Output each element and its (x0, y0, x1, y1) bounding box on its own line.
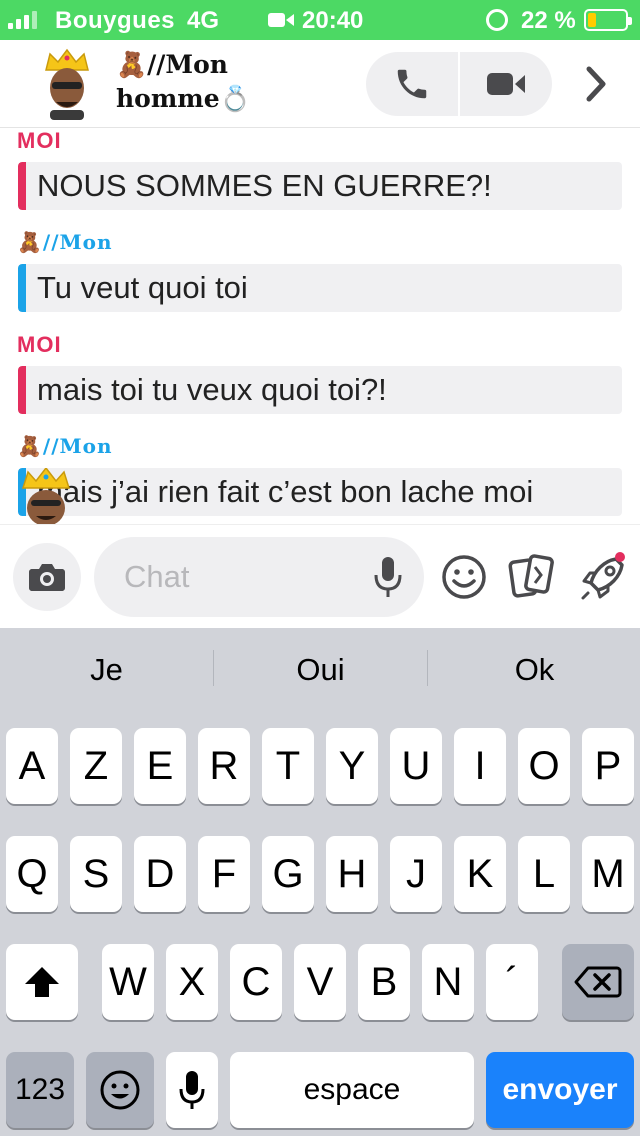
key[interactable]: C (230, 944, 282, 1020)
suggestion-item[interactable]: Ok (428, 652, 640, 688)
message-composer (0, 524, 640, 628)
key[interactable]: S (70, 836, 122, 912)
clock: 20:40 (302, 7, 364, 34)
chat-header: 🧸//Mon homme💍 (0, 40, 640, 128)
key[interactable]: E (134, 728, 186, 804)
key[interactable]: B (358, 944, 410, 1020)
network-type: 4G (187, 7, 220, 34)
key[interactable]: T (262, 728, 314, 804)
message-sender: MOI (17, 332, 62, 357)
bitmoji-avatar[interactable] (42, 48, 92, 120)
open-profile-button[interactable] (574, 62, 618, 106)
shift-icon (25, 967, 59, 997)
screen-record-icon (268, 13, 294, 27)
conversation[interactable]: MOI NOUS SOMMES EN GUERRE?! 🧸//Mon Tu ve… (0, 128, 640, 524)
key[interactable]: D (134, 836, 186, 912)
key[interactable]: X (166, 944, 218, 1020)
backspace-key[interactable] (562, 944, 634, 1020)
message-text: Tu veut quoi toi (37, 270, 248, 305)
signal-strength-icon (8, 11, 37, 29)
keyboard: Je Oui Ok A Z E R T Y U I O P Q S D F G … (0, 628, 640, 1136)
message-text: NOUS SOMMES EN GUERRE?! (37, 168, 492, 203)
key[interactable]: R (198, 728, 250, 804)
numbers-key[interactable]: 123 (6, 1052, 74, 1128)
key[interactable]: P (582, 728, 634, 804)
emoji-key[interactable] (86, 1052, 154, 1128)
call-actions-pill (366, 52, 552, 116)
battery-percent: 22 % (521, 7, 576, 34)
microphone-icon (179, 1071, 205, 1109)
accent-key[interactable]: ´ (486, 944, 538, 1020)
message-text: mais toi tu veux quoi toi?! (37, 372, 387, 407)
key[interactable]: Q (6, 836, 58, 912)
space-key[interactable]: espace (230, 1052, 474, 1128)
chevron-right-icon (586, 66, 606, 102)
battery-icon (584, 9, 632, 31)
smiley-icon[interactable] (440, 553, 488, 601)
video-call-button[interactable] (460, 52, 552, 116)
rocket-icon[interactable] (578, 551, 626, 603)
message-sender: 🧸//Mon (17, 434, 113, 458)
contact-name[interactable]: 🧸//Mon homme💍 (116, 48, 266, 116)
message-bubble[interactable]: Tu veut quoi toi (18, 264, 622, 312)
message-sender: MOI (17, 128, 62, 153)
call-button[interactable] (366, 52, 458, 116)
key[interactable]: Y (326, 728, 378, 804)
carrier-name: Bouygues (55, 7, 176, 34)
key[interactable]: H (326, 836, 378, 912)
key[interactable]: J (390, 836, 442, 912)
camera-button[interactable] (13, 543, 81, 611)
send-key[interactable]: envoyer (486, 1052, 634, 1128)
key[interactable]: A (6, 728, 58, 804)
status-bar: Bouygues 4G 20:40 22 % (0, 0, 640, 40)
message-bubble[interactable]: mais toi tu veux quoi toi?! (18, 366, 622, 414)
camera-icon (29, 564, 65, 591)
typing-bitmoji-avatar (21, 468, 71, 524)
message-sender: 🧸//Mon (17, 230, 113, 254)
phone-icon (397, 69, 427, 99)
key[interactable]: G (262, 836, 314, 912)
dictation-key[interactable] (166, 1052, 218, 1128)
suggestion-item[interactable]: Oui (214, 652, 427, 688)
shift-key[interactable] (6, 944, 78, 1020)
suggestion-item[interactable]: Je (0, 652, 213, 688)
key[interactable]: N (422, 944, 474, 1020)
message-bubble[interactable]: NOUS SOMMES EN GUERRE?! (18, 162, 622, 210)
rotation-lock-icon (486, 9, 508, 31)
key[interactable]: I (454, 728, 506, 804)
key[interactable]: O (518, 728, 570, 804)
emoji-icon (100, 1070, 140, 1110)
key[interactable]: V (294, 944, 346, 1020)
key[interactable]: M (582, 836, 634, 912)
cards-icon[interactable] (508, 551, 556, 603)
key[interactable]: F (198, 836, 250, 912)
key[interactable]: Z (70, 728, 122, 804)
suggestion-bar: Je Oui Ok (0, 628, 640, 716)
key[interactable]: K (454, 836, 506, 912)
video-camera-icon (487, 73, 525, 95)
message-bubble[interactable]: mais j’ai rien fait c’est bon lache moi (18, 468, 622, 516)
key[interactable]: L (518, 836, 570, 912)
microphone-icon[interactable] (370, 555, 406, 599)
backspace-icon (574, 966, 622, 998)
message-text: mais j’ai rien fait c’est bon lache moi (37, 474, 534, 509)
key[interactable]: W (102, 944, 154, 1020)
key[interactable]: U (390, 728, 442, 804)
